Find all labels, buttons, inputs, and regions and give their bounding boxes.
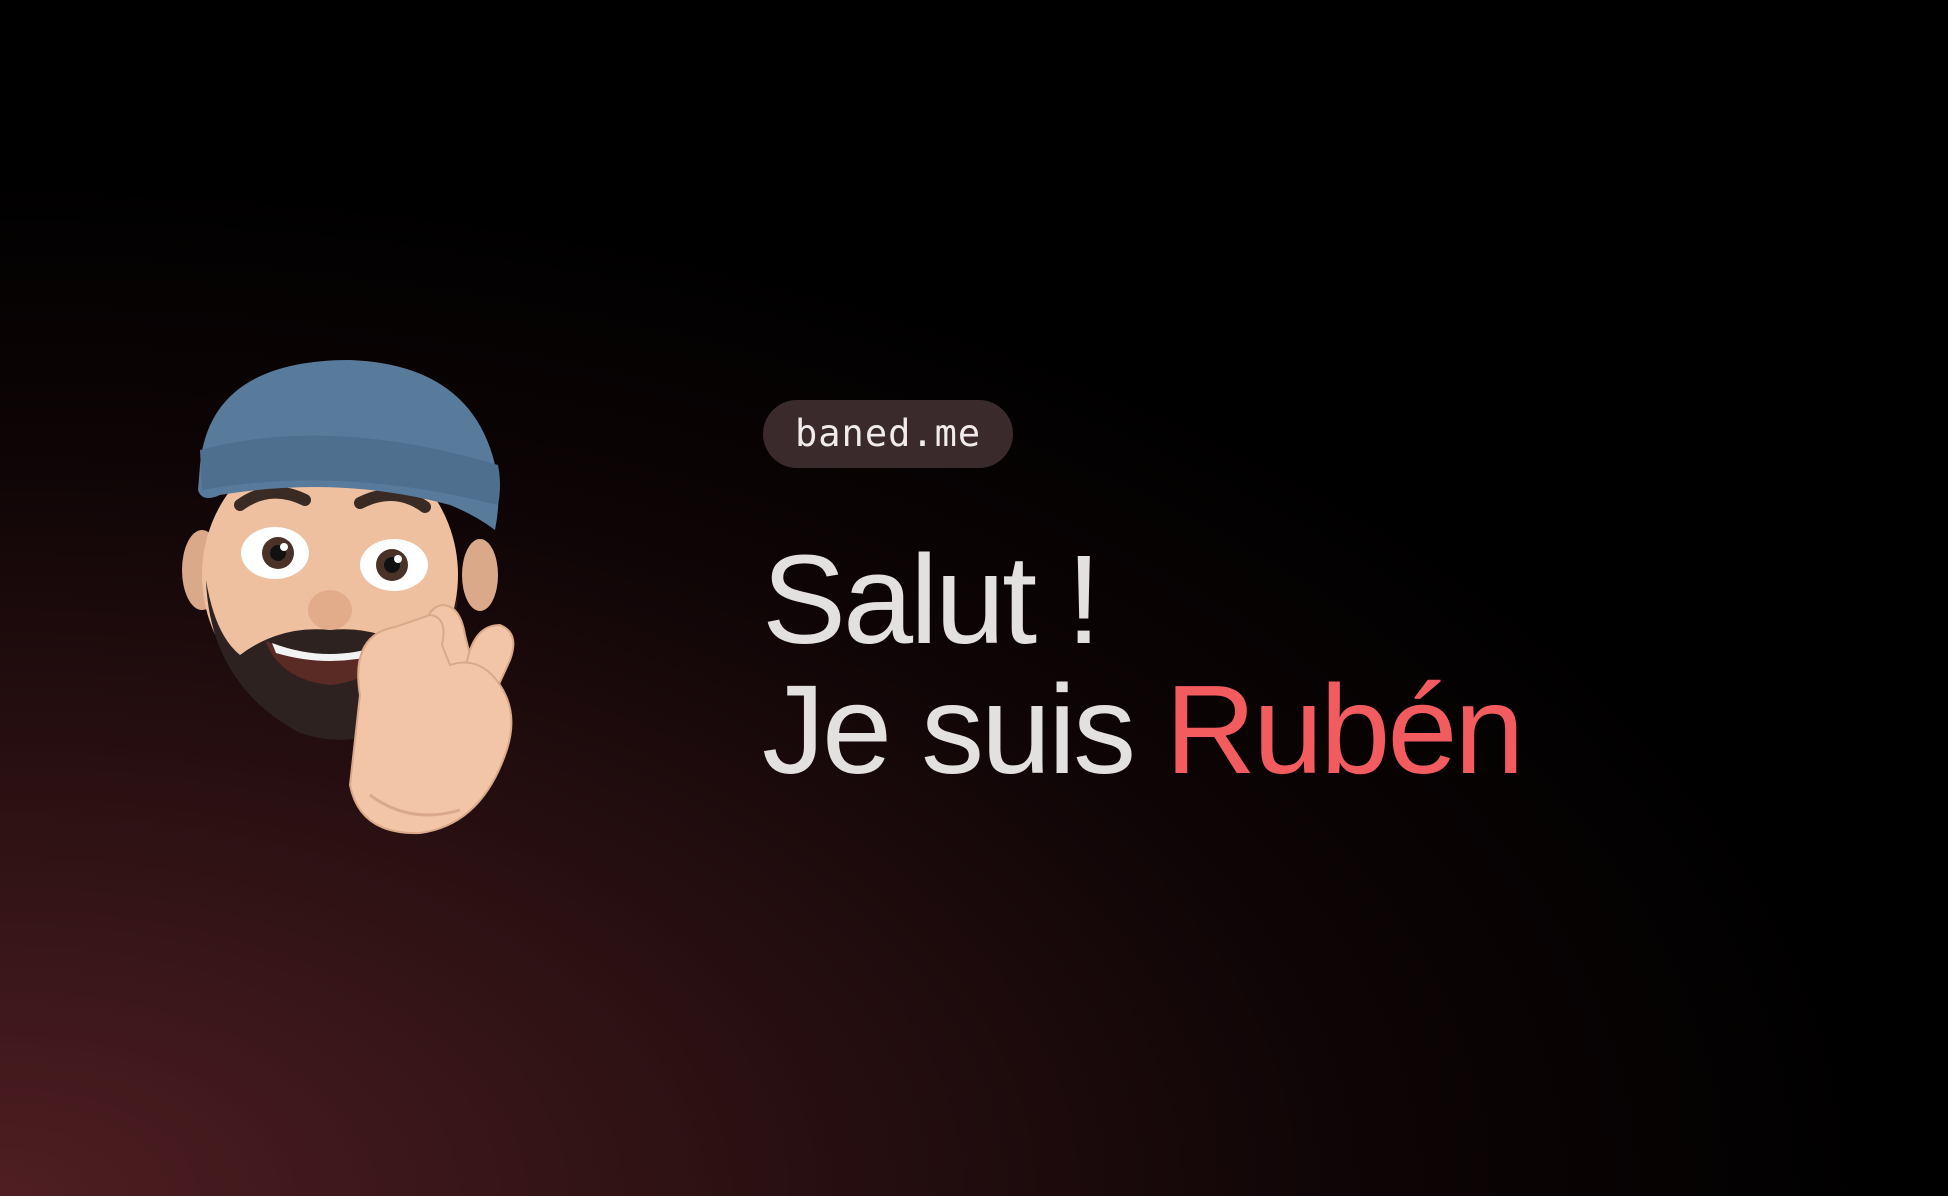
hero-section: baned.me Salut ! Je suis Rubén xyxy=(0,0,1948,1196)
memoji-avatar xyxy=(180,355,540,835)
greeting-line-1: Salut ! xyxy=(762,529,1101,670)
greeting-name: Rubén xyxy=(1165,659,1524,800)
greeting-prefix: Je suis xyxy=(762,659,1136,800)
greeting-line-2: Je suis Rubén xyxy=(762,665,1524,795)
memoji-peace-sign-icon xyxy=(182,360,515,835)
domain-badge[interactable]: baned.me xyxy=(763,400,1014,468)
greeting-headline: Salut ! Je suis Rubén xyxy=(762,529,1524,795)
